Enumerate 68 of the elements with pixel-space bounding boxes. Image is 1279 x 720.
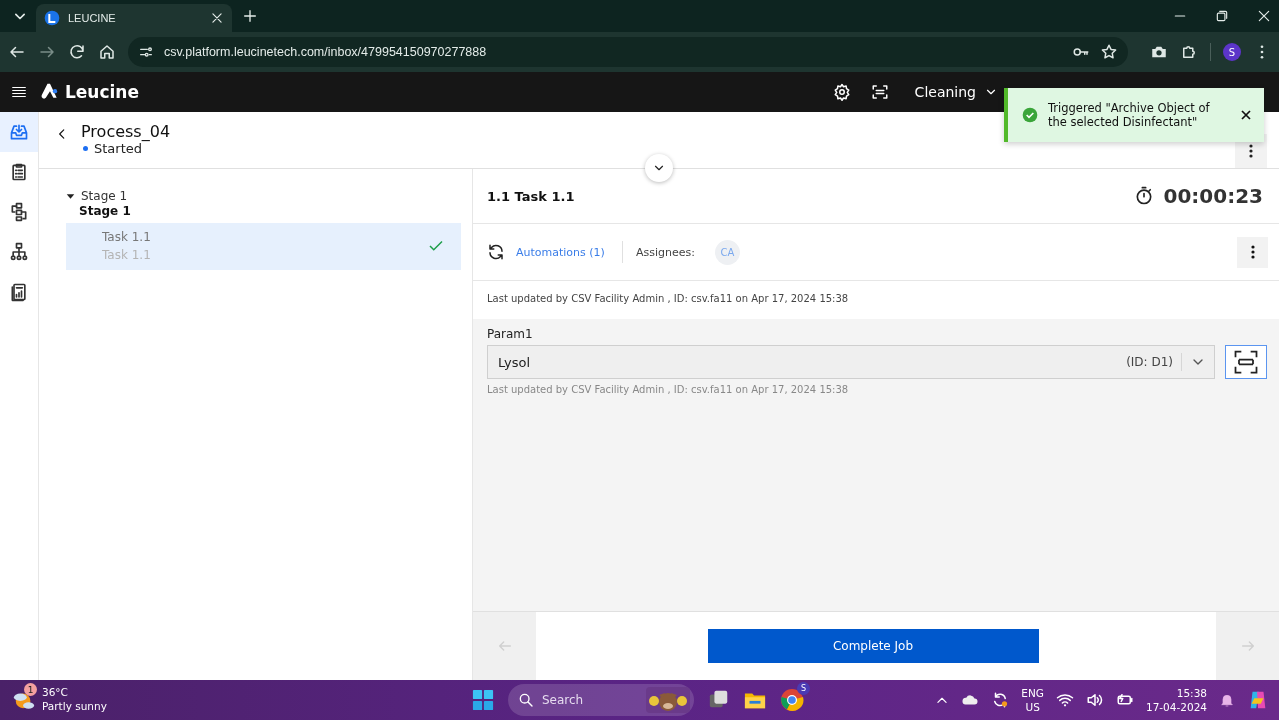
- region-text[interactable]: US: [1025, 700, 1040, 715]
- more-icon: [1250, 244, 1255, 260]
- star-icon[interactable]: [1100, 43, 1118, 61]
- timer-text: 00:00:23: [1163, 184, 1263, 208]
- volume-icon[interactable]: [1085, 691, 1104, 709]
- status-dot-icon: [83, 146, 88, 151]
- tab-title: LEUCINE: [68, 12, 117, 24]
- more-icon: [1249, 143, 1253, 159]
- site-icon: [44, 10, 60, 26]
- status-text: Started: [94, 141, 142, 156]
- object-id-text: (ID: D1): [1126, 355, 1173, 369]
- arrow-left-icon: [496, 638, 513, 654]
- facility-dropdown[interactable]: Cleaning: [908, 83, 1004, 101]
- close-icon[interactable]: [210, 11, 224, 25]
- logo-icon: [40, 82, 60, 102]
- scan-button[interactable]: [1225, 345, 1267, 379]
- stage-name: Stage 1: [79, 204, 132, 218]
- settings-icon[interactable]: [832, 83, 851, 101]
- process-title: Process_04: [81, 122, 171, 141]
- flowchart-icon: [9, 202, 29, 222]
- arrow-right-icon: [1239, 638, 1256, 654]
- restore-icon[interactable]: [1215, 9, 1229, 23]
- clock-time[interactable]: 15:38: [1176, 685, 1207, 700]
- wifi-icon[interactable]: [1055, 691, 1074, 709]
- toast-message: Triggered "Archive Object of the selected Disinfectant": [1048, 100, 1211, 130]
- automations-link[interactable]: Automations (1): [516, 245, 605, 259]
- more-button[interactable]: [1237, 236, 1268, 268]
- task-label: Task 1.1: [102, 230, 152, 244]
- task-item[interactable]: Task 1.1 Task 1.1: [66, 223, 461, 270]
- scan-icon: [1232, 348, 1260, 376]
- browser-tab[interactable]: LEUCINE: [36, 4, 232, 32]
- last-updated-text: Last updated by CSV Facility Admin , ID: csv.fa11 on Apr 17, 2024 15:38: [487, 384, 850, 395]
- language-text[interactable]: ENG: [1021, 685, 1044, 700]
- close-icon[interactable]: [1240, 109, 1252, 121]
- url-text: csv.platform.leucinetech.com/inbox/479954150970277888: [164, 45, 487, 59]
- parameter-label: Param1: [487, 327, 534, 341]
- hierarchy-icon: [9, 242, 29, 262]
- address-field[interactable]: csv.platform.leucinetech.com/inbox/479954150970277888: [128, 37, 1128, 67]
- refresh-icon: [487, 243, 505, 261]
- home-icon[interactable]: [98, 43, 116, 61]
- new-tab-icon[interactable]: [242, 8, 258, 24]
- task-name: Task 1.1: [102, 248, 152, 262]
- weather-text: Partly sunny: [42, 700, 107, 714]
- notification-badge: 1: [24, 683, 37, 696]
- checklist-icon: [9, 162, 29, 182]
- profile-avatar[interactable]: S: [1223, 43, 1241, 61]
- parameter-dropdown[interactable]: Lysol (ID: D1): [487, 345, 1215, 379]
- sync-icon[interactable]: [991, 691, 1010, 709]
- success-icon: [1022, 107, 1038, 123]
- clock-date[interactable]: 17-04-2024: [1145, 700, 1207, 715]
- inbox-icon: [9, 122, 29, 142]
- puzzle-icon[interactable]: [1180, 43, 1198, 61]
- temperature-text: 36°C: [42, 686, 69, 700]
- scan-icon[interactable]: [870, 83, 889, 101]
- reload-icon[interactable]: [68, 43, 86, 61]
- profile-badge: S: [797, 682, 810, 695]
- bell-icon[interactable]: [1219, 692, 1235, 708]
- report-icon: [9, 282, 29, 302]
- assignees-label: Assignees:: [635, 245, 695, 259]
- search-icon: [518, 692, 534, 708]
- last-updated-text: Last updated by CSV Facility Admin , ID: csv.fa11 on Apr 17, 2024 15:38: [486, 292, 850, 306]
- caret-icon[interactable]: [66, 191, 75, 201]
- site-settings-icon[interactable]: [138, 44, 154, 60]
- task-title: 1.1 Task 1.1: [487, 188, 575, 204]
- complete-job-button[interactable]: Complete Job: [707, 629, 1039, 663]
- brand-name: Leucine: [65, 82, 139, 102]
- windows-start-icon[interactable]: [472, 689, 494, 711]
- stage-label: Stage 1: [81, 189, 128, 203]
